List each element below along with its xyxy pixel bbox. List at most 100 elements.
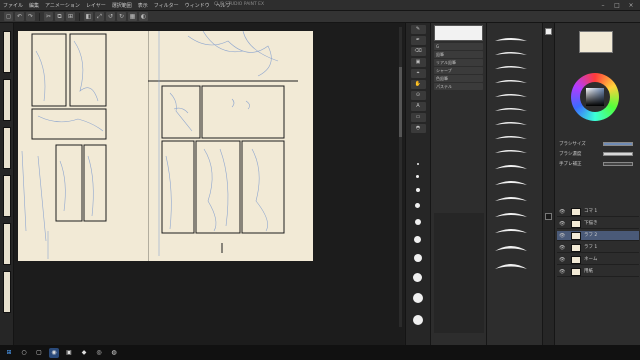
brush-stroke-preview[interactable] [495, 246, 527, 251]
brush-stroke-preview[interactable] [495, 150, 527, 153]
brush-stroke-preview[interactable] [495, 165, 527, 169]
brush-stroke-preview[interactable] [495, 108, 527, 111]
minimize-button[interactable]: – [596, 0, 610, 11]
property-slider[interactable] [603, 152, 633, 156]
copy-button[interactable]: ⧉ [55, 12, 64, 21]
sub-color-swatch[interactable] [545, 213, 552, 220]
rotate-left-button[interactable]: ↺ [106, 12, 115, 21]
brush-size-dot[interactable] [417, 163, 419, 165]
menu-selection[interactable]: 選択範囲 [109, 2, 135, 9]
brush-stroke-preview[interactable] [495, 181, 527, 185]
property-slider[interactable] [603, 142, 633, 146]
layer-row[interactable]: 👁 ラフ 1 [557, 243, 639, 253]
subtool-item[interactable]: 鉛筆 [434, 51, 483, 58]
brush-size-dot[interactable] [413, 315, 423, 325]
color-wheel[interactable] [571, 73, 619, 121]
undo-button[interactable]: ↶ [15, 12, 24, 21]
rotate-right-button[interactable]: ↻ [117, 12, 126, 21]
pen-tool-button[interactable]: ✎ [410, 25, 426, 34]
layer-row-selected[interactable]: 👁 ラフ 2 [557, 231, 639, 241]
close-button[interactable]: × [624, 0, 638, 11]
color-mode-button[interactable]: ◐ [139, 12, 148, 21]
brush-stroke-preview[interactable] [495, 136, 527, 139]
new-file-button[interactable]: ◻ [4, 12, 13, 21]
property-slider[interactable] [603, 162, 633, 166]
browser-icon[interactable]: ◉ [49, 347, 59, 358]
subtool-item[interactable]: リアル鉛筆 [434, 59, 483, 66]
brush-size-dot[interactable] [415, 219, 421, 225]
menu-animation[interactable]: アニメーション [42, 2, 83, 9]
brush-stroke-preview[interactable] [495, 122, 527, 125]
ruler-button[interactable]: ▦ [128, 12, 137, 21]
brush-size-dot[interactable] [416, 188, 420, 192]
layer-row[interactable]: 👁 ネーム [557, 255, 639, 265]
text-tool-button[interactable]: A [410, 102, 426, 111]
menu-file[interactable]: ファイル [0, 2, 26, 9]
page-thumbnail[interactable] [3, 223, 11, 265]
brush-stroke-preview[interactable] [495, 197, 527, 201]
brush-stroke-preview[interactable] [495, 94, 527, 97]
layer-row[interactable]: 👁 コマ 1 [557, 207, 639, 217]
eye-icon[interactable]: 👁 [559, 269, 565, 275]
manga-page-right[interactable] [128, 30, 313, 261]
canvas-area[interactable] [14, 23, 404, 345]
layer-row[interactable]: 👁 用紙 [557, 267, 639, 277]
search-icon[interactable]: ○ [19, 348, 29, 358]
brush-size-dot[interactable] [416, 175, 419, 178]
property-row[interactable]: ブラシ濃度 [559, 151, 637, 158]
eye-icon[interactable]: 👁 [559, 245, 565, 251]
maximize-button[interactable]: □ [610, 0, 624, 11]
app-icon[interactable]: ◍ [109, 348, 119, 358]
property-row[interactable]: 手ブレ補正 [559, 161, 637, 168]
app-icon[interactable]: ◆ [79, 348, 89, 358]
menu-edit[interactable]: 編集 [26, 2, 42, 9]
layer-row[interactable]: 👁 下描き [557, 219, 639, 229]
menu-layer[interactable]: レイヤー [83, 2, 109, 9]
scrollbar-thumb[interactable] [399, 67, 402, 137]
page-thumbnail[interactable] [3, 271, 11, 313]
move-tool-button[interactable]: ⌖ [410, 69, 426, 78]
subtool-item[interactable]: シャープ [434, 67, 483, 74]
marker-tool-button[interactable]: ✒ [410, 36, 426, 45]
subtool-item[interactable]: G [434, 43, 483, 50]
page-thumbnail[interactable] [3, 79, 11, 121]
brush-size-dot[interactable] [413, 293, 423, 303]
transform-button[interactable]: ⤢ [95, 12, 104, 21]
subtool-item[interactable]: パステル [434, 83, 483, 90]
page-thumbnail[interactable] [3, 175, 11, 217]
brush-stroke-preview[interactable] [495, 213, 527, 217]
brush-stroke-preview[interactable] [495, 66, 527, 69]
explorer-icon[interactable]: ▣ [64, 348, 74, 358]
app-icon[interactable]: ◎ [94, 348, 104, 358]
property-row[interactable]: ブラシサイズ [559, 141, 637, 148]
canvas-scrollbar[interactable] [399, 27, 402, 327]
saturation-value-square[interactable] [586, 88, 604, 106]
brush-stroke-preview[interactable] [495, 38, 527, 41]
grid-button[interactable]: ⊞ [66, 12, 75, 21]
main-color-swatch[interactable] [545, 28, 552, 35]
start-button[interactable]: ⊞ [4, 348, 14, 358]
brush-size-dot[interactable] [414, 254, 422, 262]
menu-window[interactable]: ウィンドウ [182, 2, 213, 9]
page-thumbnail[interactable] [3, 127, 11, 169]
eyedropper-tool-button[interactable]: ⊙ [410, 91, 426, 100]
eye-icon[interactable]: 👁 [559, 233, 565, 239]
redo-button[interactable]: ↷ [26, 12, 35, 21]
hand-tool-button[interactable]: ✋ [410, 80, 426, 89]
frame-tool-button[interactable]: ▭ [410, 113, 426, 122]
brush-stroke-preview[interactable] [495, 80, 527, 83]
fill-button[interactable]: ◧ [84, 12, 93, 21]
brush-stroke-preview[interactable] [495, 52, 527, 55]
menu-filter[interactable]: フィルター [151, 2, 182, 9]
manga-page-left[interactable] [18, 31, 148, 261]
menu-view[interactable]: 表示 [135, 2, 151, 9]
brush-stroke-preview[interactable] [495, 264, 527, 269]
brush-size-dot[interactable] [413, 273, 422, 282]
brush-stroke-preview[interactable] [495, 229, 527, 233]
eye-icon[interactable]: 👁 [559, 257, 565, 263]
subtool-item[interactable]: 色鉛筆 [434, 75, 483, 82]
select-tool-button[interactable]: ▣ [410, 58, 426, 67]
task-view-icon[interactable]: ▢ [34, 348, 44, 358]
eraser-tool-button[interactable]: ⌫ [410, 47, 426, 56]
eye-icon[interactable]: 👁 [559, 209, 565, 215]
